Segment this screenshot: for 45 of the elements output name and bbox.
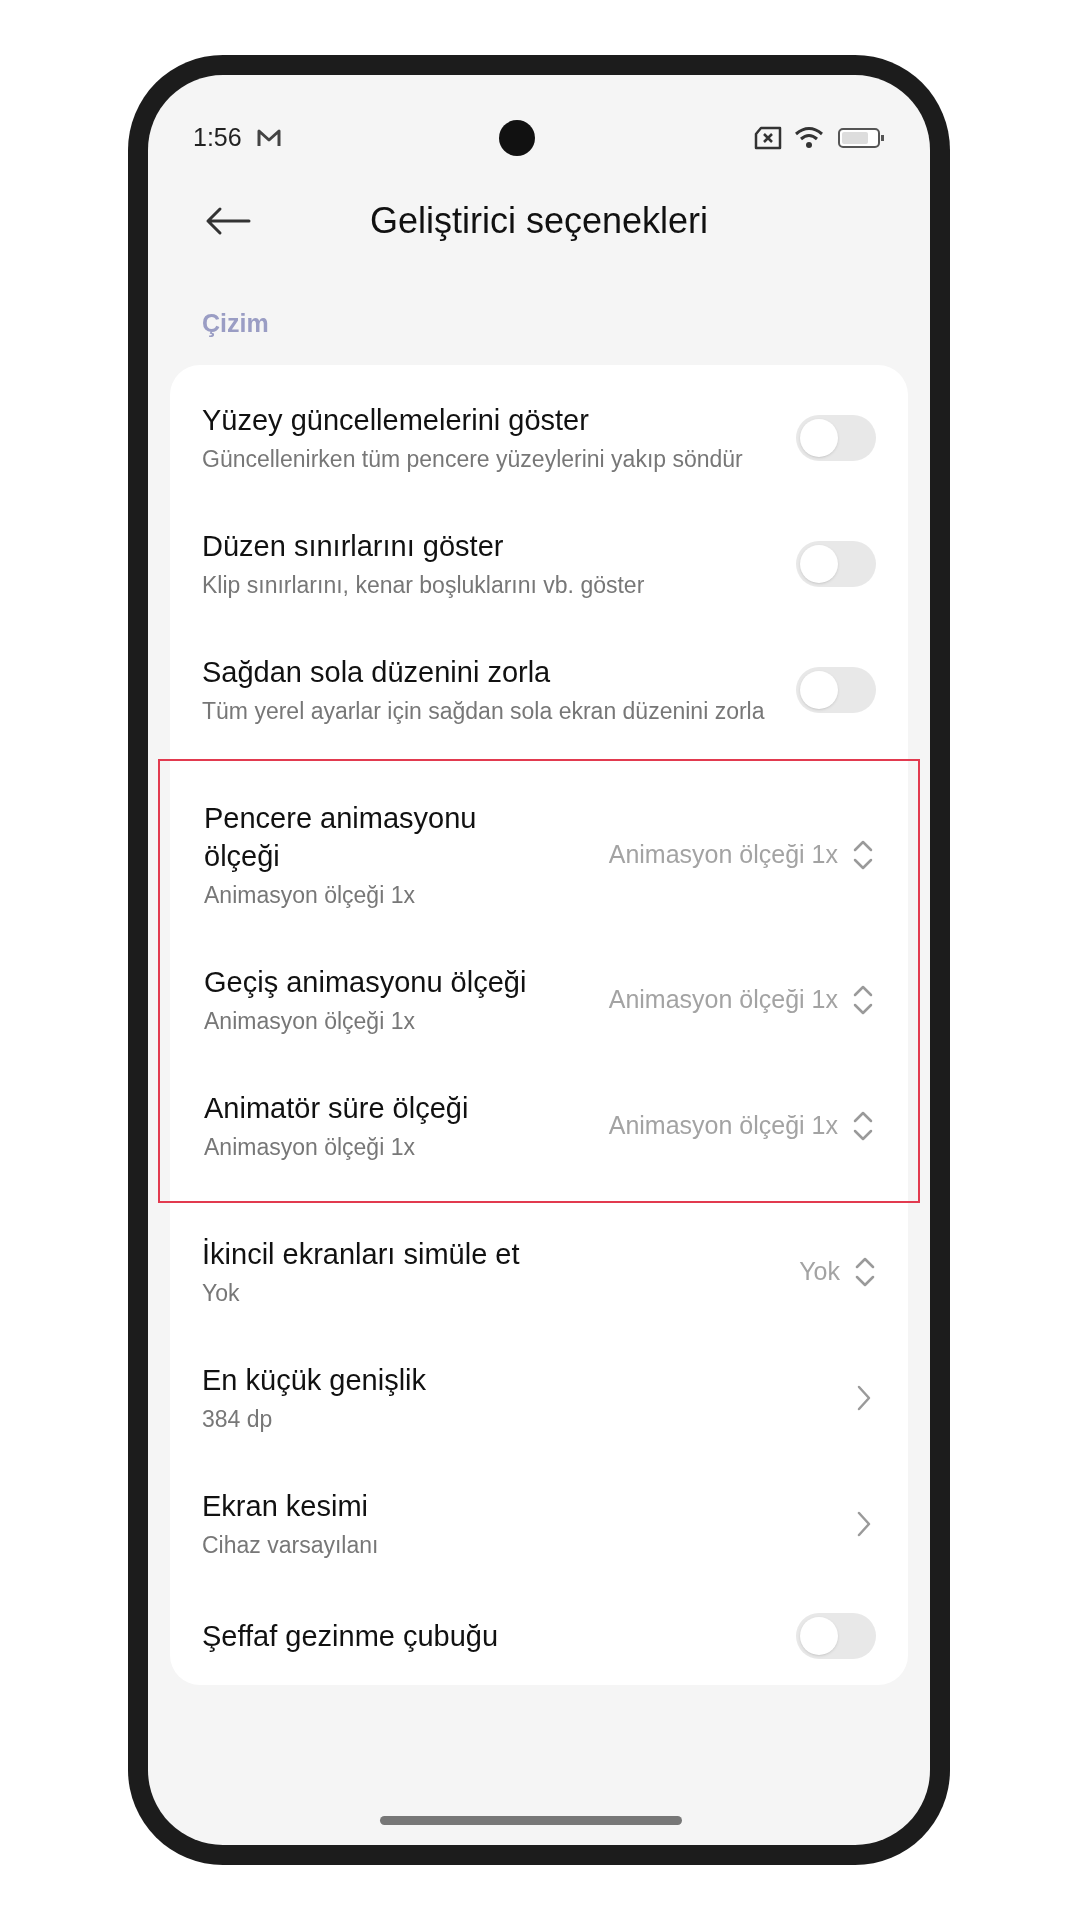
- status-time: 1:56: [193, 122, 242, 154]
- row-title: Yüzey güncellemelerini göster: [202, 402, 590, 438]
- selected-value: Yok: [799, 1255, 840, 1287]
- settings-row[interactable]: Düzen sınırlarını göster Klip sınırlarını, kenar boşluklarını vb. göster: [170, 500, 908, 627]
- toggle-switch[interactable]: [796, 1612, 876, 1659]
- back-arrow-icon[interactable]: [205, 206, 251, 236]
- settings-row[interactable]: Pencere animasyonu ölçeği Animasyon ölçeği 1x Animasyon ölçeği 1x: [172, 772, 906, 937]
- settings-row[interactable]: Yüzey güncellemelerini göster Güncellenirken tüm pencere yüzeylerini yakıp söndür: [170, 374, 908, 501]
- row-subtitle: Yok: [202, 1278, 241, 1308]
- no-sim-icon: [753, 126, 783, 150]
- settings-row[interactable]: İkincil ekranları simüle et Yok Yok: [170, 1208, 908, 1335]
- row-title: Ekran kesimi: [202, 1488, 369, 1524]
- row-title: Geçiş animasyonu ölçeği: [204, 964, 528, 1000]
- toggle-switch[interactable]: [796, 666, 876, 713]
- section-title: Çizim: [202, 308, 270, 339]
- camera-hole-icon: [499, 120, 536, 156]
- toggle-switch[interactable]: [796, 540, 876, 587]
- row-title: Pencere animasyonu ölçeği: [204, 800, 478, 874]
- page-title: Geliştirici seçenekleri: [369, 199, 709, 243]
- row-subtitle: Cihaz varsayılanı: [202, 1530, 380, 1560]
- row-title: Animatör süre ölçeği: [204, 1090, 470, 1126]
- selected-value: Animasyon ölçeği 1x: [608, 983, 838, 1015]
- mail-icon: [255, 127, 282, 149]
- row-subtitle: Animasyon ölçeği 1x: [204, 880, 416, 910]
- toggle-switch[interactable]: [796, 414, 876, 461]
- selected-value: Animasyon ölçeği 1x: [608, 1109, 838, 1141]
- row-subtitle: Animasyon ölçeği 1x: [204, 1006, 416, 1036]
- settings-row[interactable]: Geçiş animasyonu ölçeği Animasyon ölçeği 1x Animasyon ölçeği 1x: [172, 936, 906, 1063]
- settings-row[interactable]: Animatör süre ölçeği Animasyon ölçeği 1x Animasyon ölçeği 1x: [172, 1062, 906, 1189]
- settings-row[interactable]: En küçük genişlik 384 dp: [170, 1334, 908, 1461]
- row-subtitle: Güncellenirken tüm pencere yüzeylerini yakıp söndür: [202, 444, 744, 474]
- row-subtitle: Klip sınırlarını, kenar boşluklarını vb. göster: [202, 570, 646, 600]
- selected-value: Animasyon ölçeği 1x: [608, 838, 838, 870]
- row-title: Şeffaf gezinme çubuğu: [202, 1618, 500, 1654]
- row-title: En küçük genişlik: [202, 1362, 428, 1398]
- row-title: Sağdan sola düzenini zorla: [202, 654, 552, 690]
- row-title: İkincil ekranları simüle et: [202, 1236, 521, 1272]
- row-subtitle: Tüm yerel ayarlar için sağdan sola ekran düzenini zorla: [202, 696, 766, 726]
- row-subtitle: Animasyon ölçeği 1x: [204, 1132, 416, 1162]
- row-title: Düzen sınırlarını göster: [202, 528, 505, 564]
- settings-row[interactable]: Ekran kesimi Cihaz varsayılanı: [170, 1460, 908, 1587]
- settings-row[interactable]: Sağdan sola düzenini zorla Tüm yerel ayarlar için sağdan sola ekran düzenini zorla: [170, 626, 908, 753]
- battery-icon: [837, 126, 885, 150]
- settings-row[interactable]: Şeffaf gezinme çubuğu: [170, 1586, 908, 1685]
- row-subtitle: 384 dp: [202, 1404, 274, 1434]
